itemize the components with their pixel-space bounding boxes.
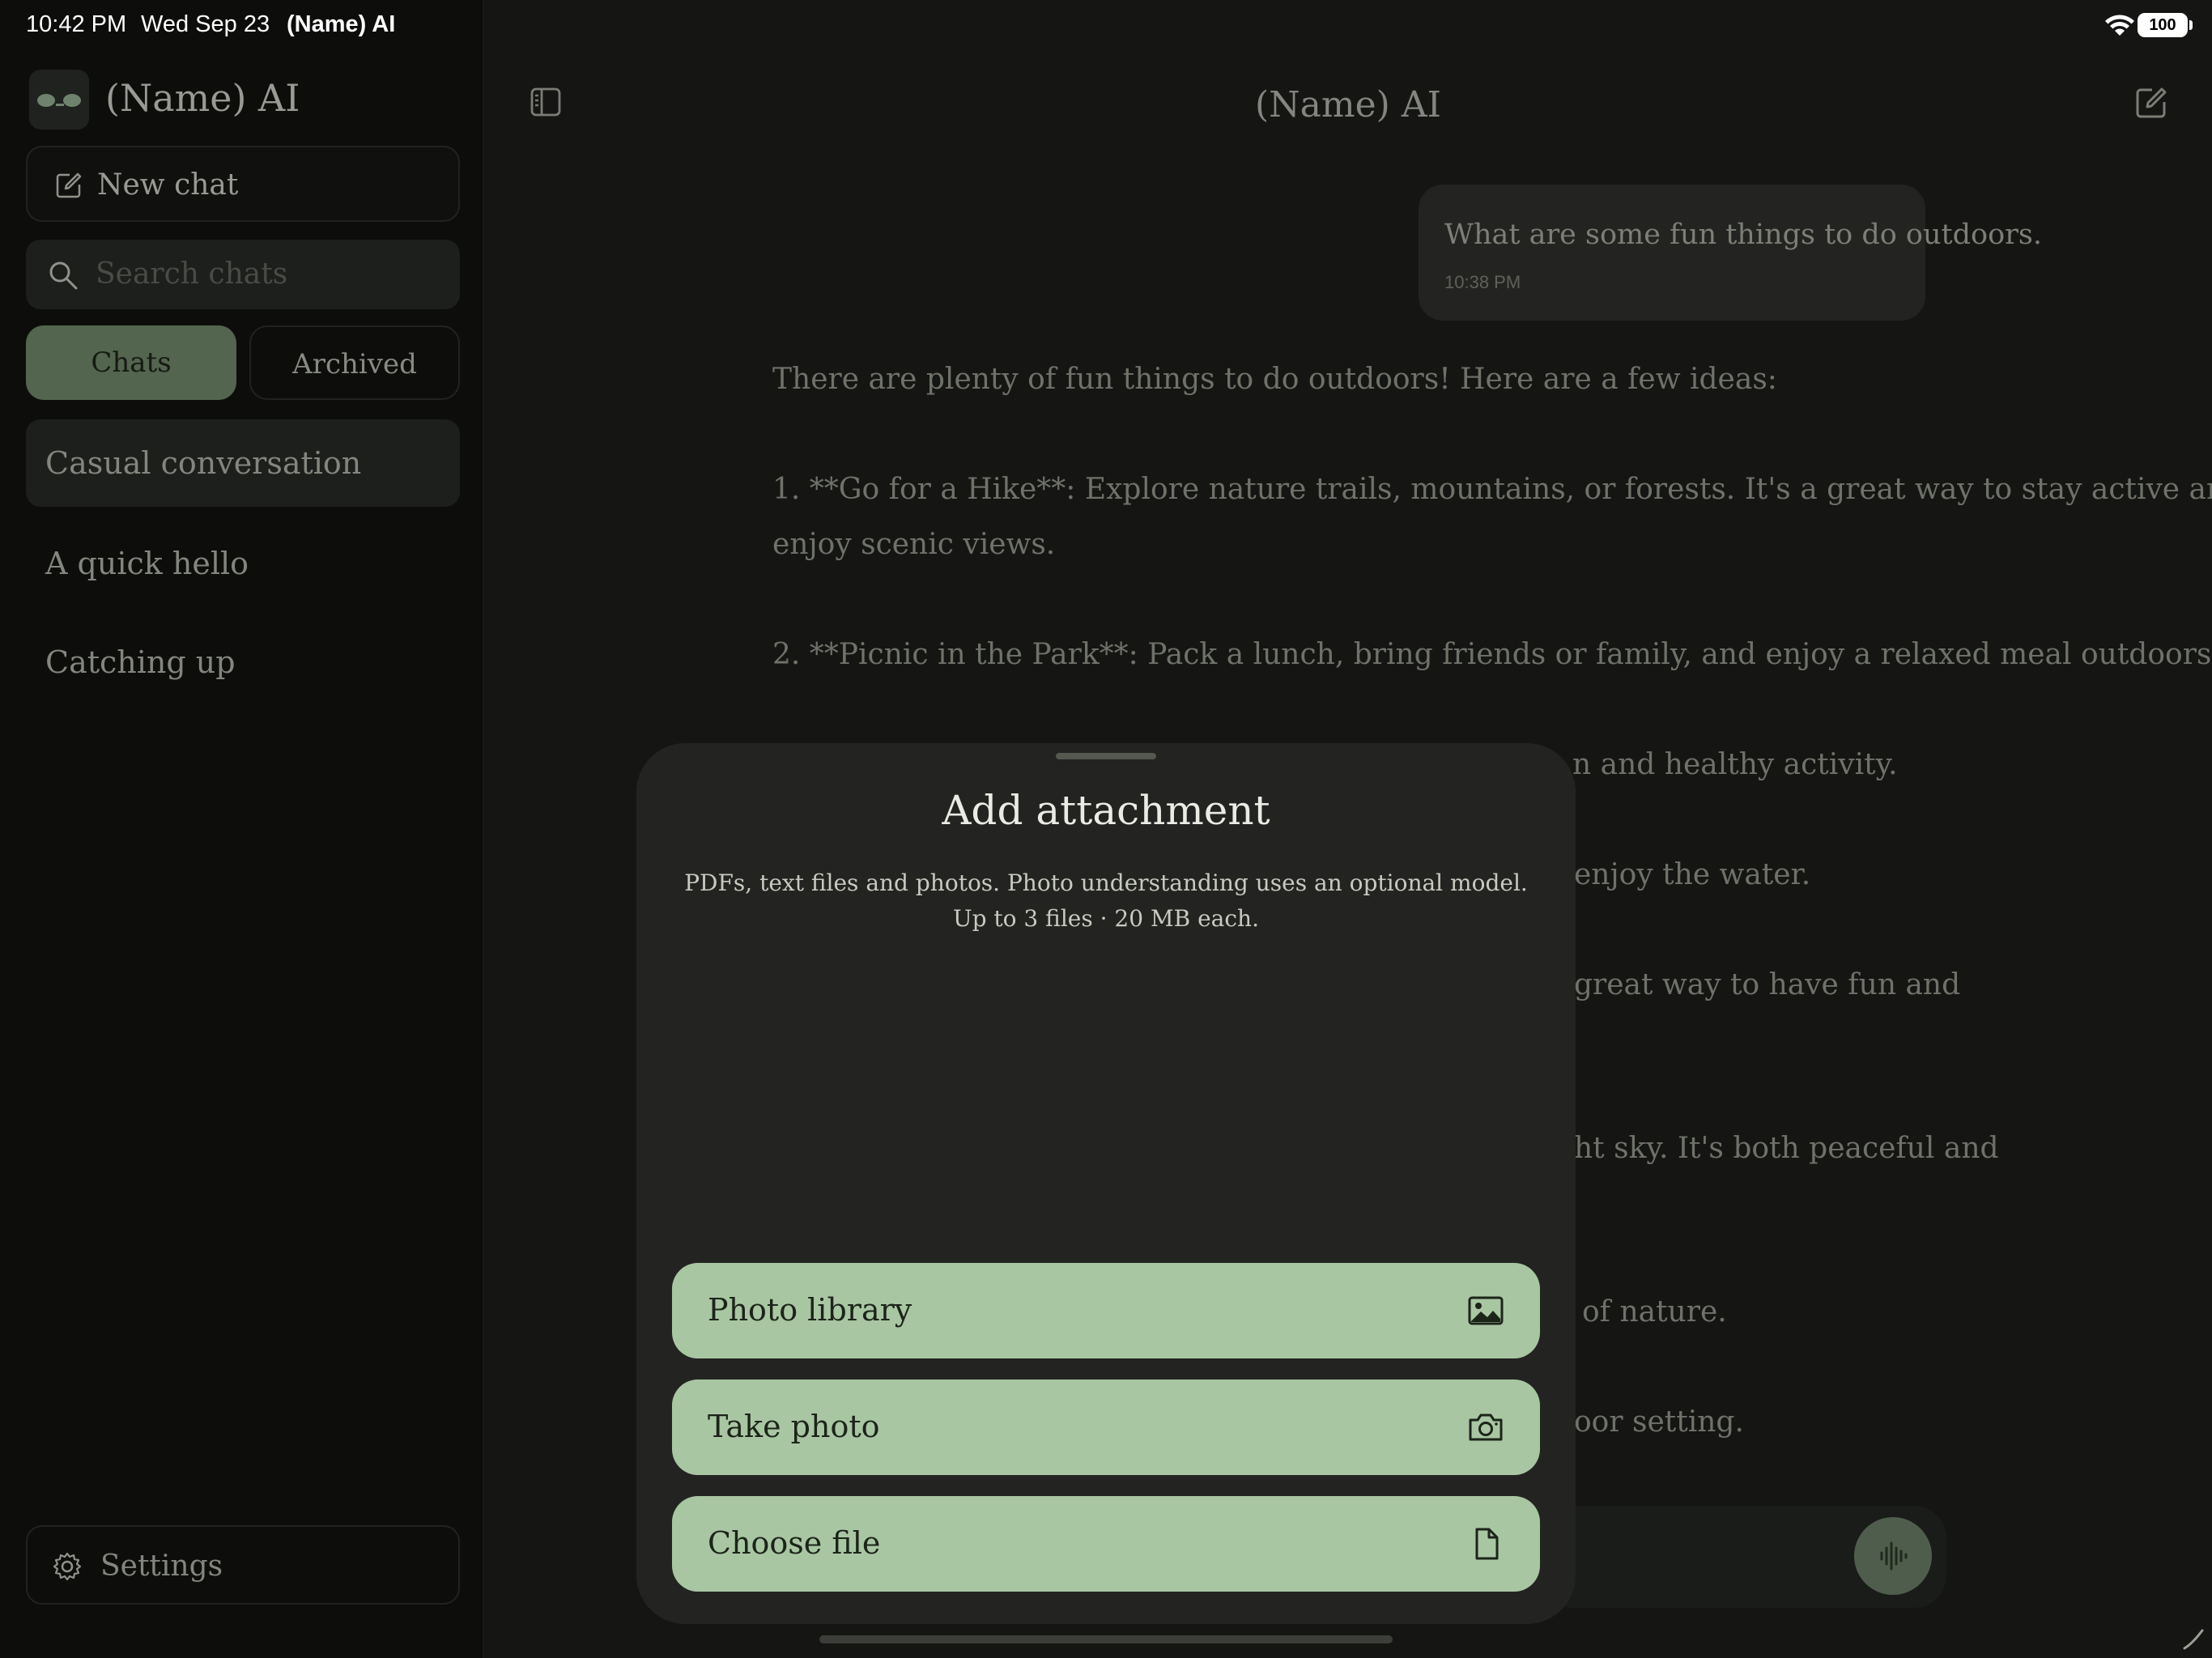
- sheet-grabber[interactable]: [1056, 753, 1156, 759]
- battery-icon: 100: [2138, 13, 2188, 37]
- sheet-description-limits: Up to 3 files · 20 MB each.: [953, 905, 1259, 932]
- pencil-corner-icon: [2183, 1629, 2204, 1650]
- sheet-title: Add attachment: [942, 787, 1270, 834]
- photo-library-label: Photo library: [708, 1292, 912, 1328]
- take-photo-button[interactable]: Take photo: [672, 1380, 1540, 1475]
- wifi-icon: [2105, 15, 2134, 36]
- status-app-name: (Name) AI: [287, 11, 396, 37]
- voice-input-button[interactable]: [1854, 1517, 1932, 1595]
- camera-icon: [1469, 1414, 1503, 1441]
- sheet-description: PDFs, text files and photos. Photo under…: [684, 869, 1528, 896]
- status-time: 10:42 PM: [26, 11, 127, 37]
- take-photo-label: Take photo: [708, 1409, 880, 1444]
- image-icon: [1468, 1296, 1504, 1325]
- photo-library-button[interactable]: Photo library: [672, 1263, 1540, 1358]
- choose-file-label: Choose file: [708, 1525, 881, 1561]
- choose-file-button[interactable]: Choose file: [672, 1496, 1540, 1592]
- status-bar: 10:42 PM Wed Sep 23 (Name) AI 100: [0, 0, 2212, 52]
- waveform-icon: [1880, 1541, 1908, 1571]
- battery-tip: [2189, 20, 2193, 30]
- file-icon: [1475, 1528, 1499, 1560]
- home-indicator[interactable]: [819, 1635, 1393, 1643]
- add-attachment-sheet: Add attachment PDFs, text files and phot…: [636, 743, 1576, 1624]
- status-date: Wed Sep 23: [141, 11, 270, 37]
